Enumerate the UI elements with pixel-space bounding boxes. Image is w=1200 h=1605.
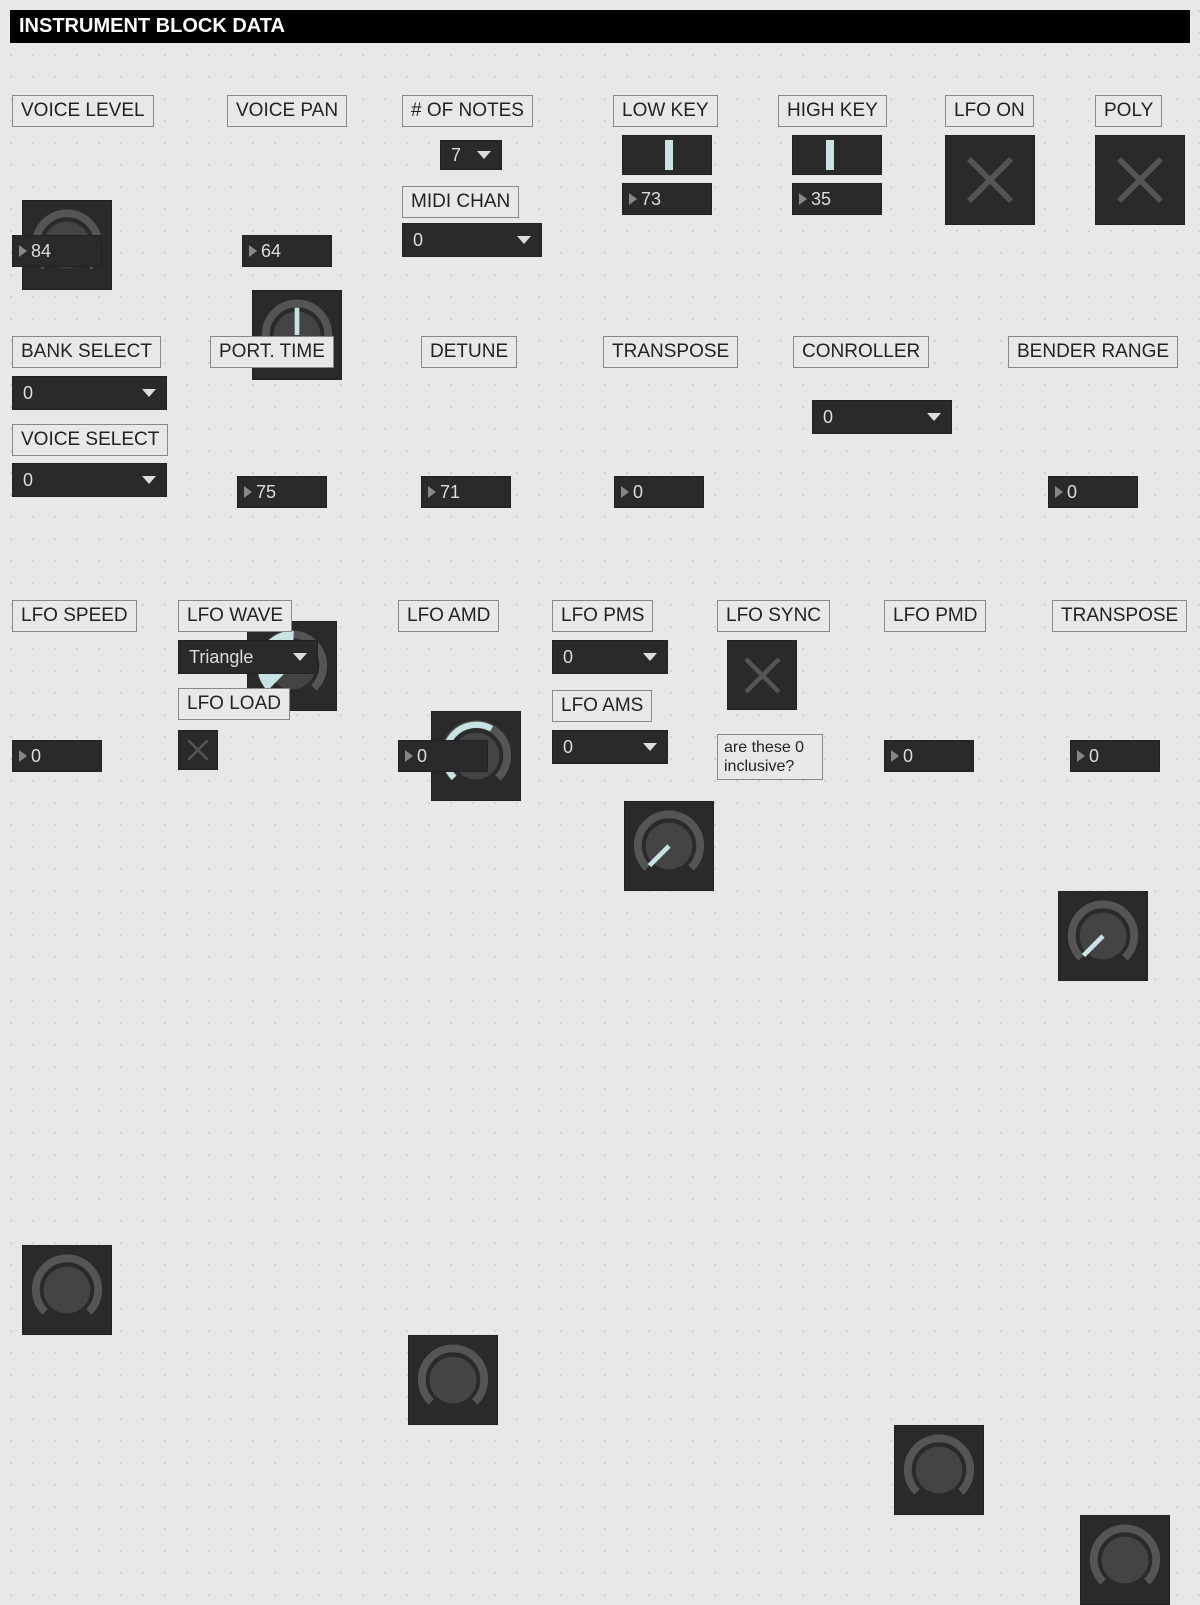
- transpose2-label: TRANSPOSE: [1052, 600, 1187, 632]
- caret-down-icon: [293, 653, 307, 661]
- caret-right-icon: [799, 193, 807, 205]
- lfo-pms-dropdown[interactable]: 0: [552, 640, 668, 674]
- lfo-wave-dropdown[interactable]: Triangle: [178, 640, 318, 674]
- detune-label: DETUNE: [421, 336, 517, 368]
- poly-label: POLY: [1095, 95, 1162, 127]
- caret-down-icon: [142, 389, 156, 397]
- port-time-label: PORT. TIME: [210, 336, 334, 368]
- lfo-pmd-knob[interactable]: [894, 1425, 984, 1515]
- notes-dropdown[interactable]: 7: [440, 140, 502, 170]
- high-key-value[interactable]: 35: [792, 183, 882, 215]
- caret-right-icon: [428, 486, 436, 498]
- port-time-value[interactable]: 75: [237, 476, 327, 508]
- lfo-ams-dropdown[interactable]: 0: [552, 730, 668, 764]
- lfo-on-toggle[interactable]: [945, 135, 1035, 225]
- lfo-amd-value[interactable]: 0: [398, 740, 488, 772]
- lfo-sync-toggle[interactable]: [727, 640, 797, 710]
- lfo-amd-knob[interactable]: [408, 1335, 498, 1425]
- bender-range-label: BENDER RANGE: [1008, 336, 1178, 368]
- caret-right-icon: [1055, 486, 1063, 498]
- caret-right-icon: [19, 245, 27, 257]
- transpose-knob[interactable]: [624, 801, 714, 891]
- caret-right-icon: [891, 750, 899, 762]
- lfo-pmd-label: LFO PMD: [884, 600, 986, 632]
- caret-down-icon: [643, 743, 657, 751]
- detune-value[interactable]: 71: [421, 476, 511, 508]
- high-key-label: HIGH KEY: [778, 95, 887, 127]
- caret-down-icon: [517, 236, 531, 244]
- transpose2-value[interactable]: 0: [1070, 740, 1160, 772]
- lfo-on-label: LFO ON: [945, 95, 1034, 127]
- voice-level-label: VOICE LEVEL: [12, 95, 154, 127]
- voice-level-value[interactable]: 84: [12, 235, 102, 267]
- low-key-value[interactable]: 73: [622, 183, 712, 215]
- transpose2-knob[interactable]: [1080, 1515, 1170, 1605]
- midi-chan-dropdown[interactable]: 0: [402, 223, 542, 257]
- caret-right-icon: [1077, 750, 1085, 762]
- caret-down-icon: [927, 413, 941, 421]
- lfo-speed-value[interactable]: 0: [12, 740, 102, 772]
- high-key-slider[interactable]: [792, 135, 882, 175]
- caret-right-icon: [405, 750, 413, 762]
- caret-down-icon: [643, 653, 657, 661]
- lfo-amd-label: LFO AMD: [398, 600, 499, 632]
- lfo-load-toggle[interactable]: [178, 730, 218, 770]
- voice-select-dropdown[interactable]: 0: [12, 463, 167, 497]
- poly-toggle[interactable]: [1095, 135, 1185, 225]
- caret-down-icon: [142, 476, 156, 484]
- lfo-speed-knob[interactable]: [22, 1245, 112, 1335]
- controller-label: CONROLLER: [793, 336, 929, 368]
- notes-label: # OF NOTES: [402, 95, 533, 127]
- lfo-pms-label: LFO PMS: [552, 600, 653, 632]
- caret-right-icon: [249, 245, 257, 257]
- controller-dropdown[interactable]: 0: [812, 400, 952, 434]
- bender-range-value[interactable]: 0: [1048, 476, 1138, 508]
- header-title: INSTRUMENT BLOCK DATA: [10, 10, 1190, 43]
- voice-pan-value[interactable]: 64: [242, 235, 332, 267]
- bender-range-knob[interactable]: [1058, 891, 1148, 981]
- low-key-slider[interactable]: [622, 135, 712, 175]
- caret-right-icon: [19, 750, 27, 762]
- midi-chan-label: MIDI CHAN: [402, 186, 519, 218]
- transpose-value[interactable]: 0: [614, 476, 704, 508]
- lfo-pmd-value[interactable]: 0: [884, 740, 974, 772]
- voice-pan-label: VOICE PAN: [227, 95, 347, 127]
- voice-select-label: VOICE SELECT: [12, 424, 168, 456]
- lfo-load-label: LFO LOAD: [178, 688, 290, 720]
- caret-right-icon: [621, 486, 629, 498]
- caret-right-icon: [244, 486, 252, 498]
- transpose-label: TRANSPOSE: [603, 336, 738, 368]
- lfo-wave-label: LFO WAVE: [178, 600, 292, 632]
- lfo-ams-label: LFO AMS: [552, 690, 652, 722]
- bank-select-label: BANK SELECT: [12, 336, 161, 368]
- caret-down-icon: [477, 151, 491, 159]
- lfo-sync-label: LFO SYNC: [717, 600, 830, 632]
- caret-right-icon: [629, 193, 637, 205]
- lfo-speed-label: LFO SPEED: [12, 600, 137, 632]
- note-text: are these 0 inclusive?: [717, 734, 823, 780]
- low-key-label: LOW KEY: [613, 95, 718, 127]
- bank-select-dropdown[interactable]: 0: [12, 376, 167, 410]
